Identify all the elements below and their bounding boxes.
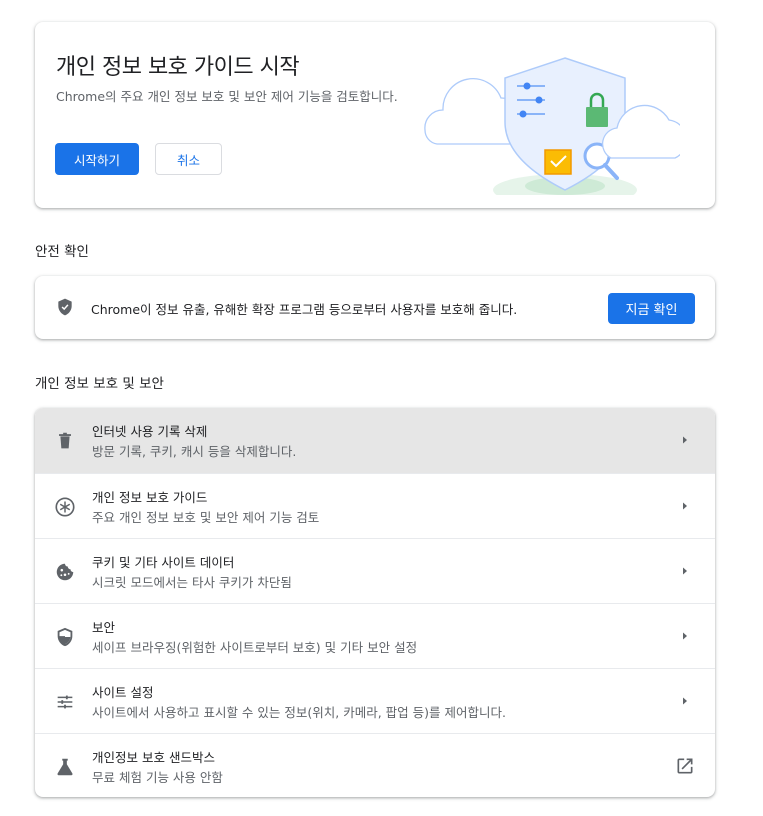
chevron-right-icon [683, 632, 687, 640]
safety-check-heading: 안전 확인 [35, 244, 89, 260]
chevron-right-icon [683, 436, 687, 444]
row-site-settings[interactable]: 사이트 설정 사이트에서 사용하고 표시할 수 있는 정보(위치, 카메라, 팝… [35, 668, 715, 733]
promo-title: 개인 정보 보호 가이드 시작 [56, 55, 300, 80]
row-title: 인터넷 사용 기록 삭제 [92, 424, 208, 439]
row-subtitle: 무료 체험 기능 사용 안함 [92, 770, 223, 785]
row-privacy-sandbox[interactable]: 개인정보 보호 샌드박스 무료 체험 기능 사용 안함 [35, 733, 715, 797]
row-subtitle: 사이트에서 사용하고 표시할 수 있는 정보(위치, 카메라, 팝업 등)를 제… [92, 705, 506, 720]
open-in-new-icon[interactable] [675, 756, 695, 776]
row-subtitle: 주요 개인 정보 보호 및 보안 제어 기능 검토 [92, 510, 320, 525]
row-title: 사이트 설정 [92, 685, 154, 700]
row-cookies[interactable]: 쿠키 및 기타 사이트 데이터 시크릿 모드에서는 타사 쿠키가 차단됨 [35, 538, 715, 603]
row-title: 쿠키 및 기타 사이트 데이터 [92, 555, 235, 570]
safety-check-description: Chrome이 정보 유출, 유해한 확장 프로그램 등으로부터 사용자를 보호… [91, 302, 518, 317]
chevron-right-icon [683, 502, 687, 510]
cookie-icon [56, 563, 74, 581]
row-subtitle: 방문 기록, 쿠키, 캐시 등을 삭제합니다. [92, 444, 297, 459]
check-now-button[interactable]: 지금 확인 [608, 293, 695, 324]
row-title: 개인 정보 보호 가이드 [92, 490, 208, 505]
privacy-guide-promo-card: 개인 정보 보호 가이드 시작 Chrome의 주요 개인 정보 보호 및 보안… [35, 22, 715, 208]
tune-icon [57, 695, 73, 709]
flask-icon [57, 758, 73, 776]
safety-check-card: Chrome이 정보 유출, 유해한 확장 프로그램 등으로부터 사용자를 보호… [35, 276, 715, 339]
privacy-security-list: 인터넷 사용 기록 삭제 방문 기록, 쿠키, 캐시 등을 삭제합니다. 개인 … [35, 408, 715, 797]
row-subtitle: 시크릿 모드에서는 타사 쿠키가 차단됨 [92, 575, 292, 590]
promo-description: Chrome의 주요 개인 정보 보호 및 보안 제어 기능을 검토합니다. [56, 89, 398, 104]
privacy-guide-illustration [424, 57, 680, 195]
row-subtitle: 세이프 브라우징(위험한 사이트로부터 보호) 및 기타 보안 설정 [92, 640, 418, 655]
row-clear-browsing-data[interactable]: 인터넷 사용 기록 삭제 방문 기록, 쿠키, 캐시 등을 삭제합니다. [35, 408, 715, 473]
safety-shield-icon [58, 298, 72, 316]
privacy-guide-icon [55, 497, 75, 517]
row-security[interactable]: 보안 세이프 브라우징(위험한 사이트로부터 보호) 및 기타 보안 설정 [35, 603, 715, 668]
row-privacy-guide[interactable]: 개인 정보 보호 가이드 주요 개인 정보 보호 및 보안 제어 기능 검토 [35, 473, 715, 538]
row-title: 개인정보 보호 샌드박스 [92, 750, 215, 765]
chevron-right-icon [683, 567, 687, 575]
chevron-right-icon [683, 697, 687, 705]
security-shield-icon [57, 627, 73, 647]
trash-icon [59, 432, 71, 449]
row-title: 보안 [92, 620, 116, 635]
privacy-security-heading: 개인 정보 보호 및 보안 [35, 376, 164, 392]
start-button[interactable]: 시작하기 [55, 143, 139, 175]
cancel-button[interactable]: 취소 [155, 143, 222, 175]
